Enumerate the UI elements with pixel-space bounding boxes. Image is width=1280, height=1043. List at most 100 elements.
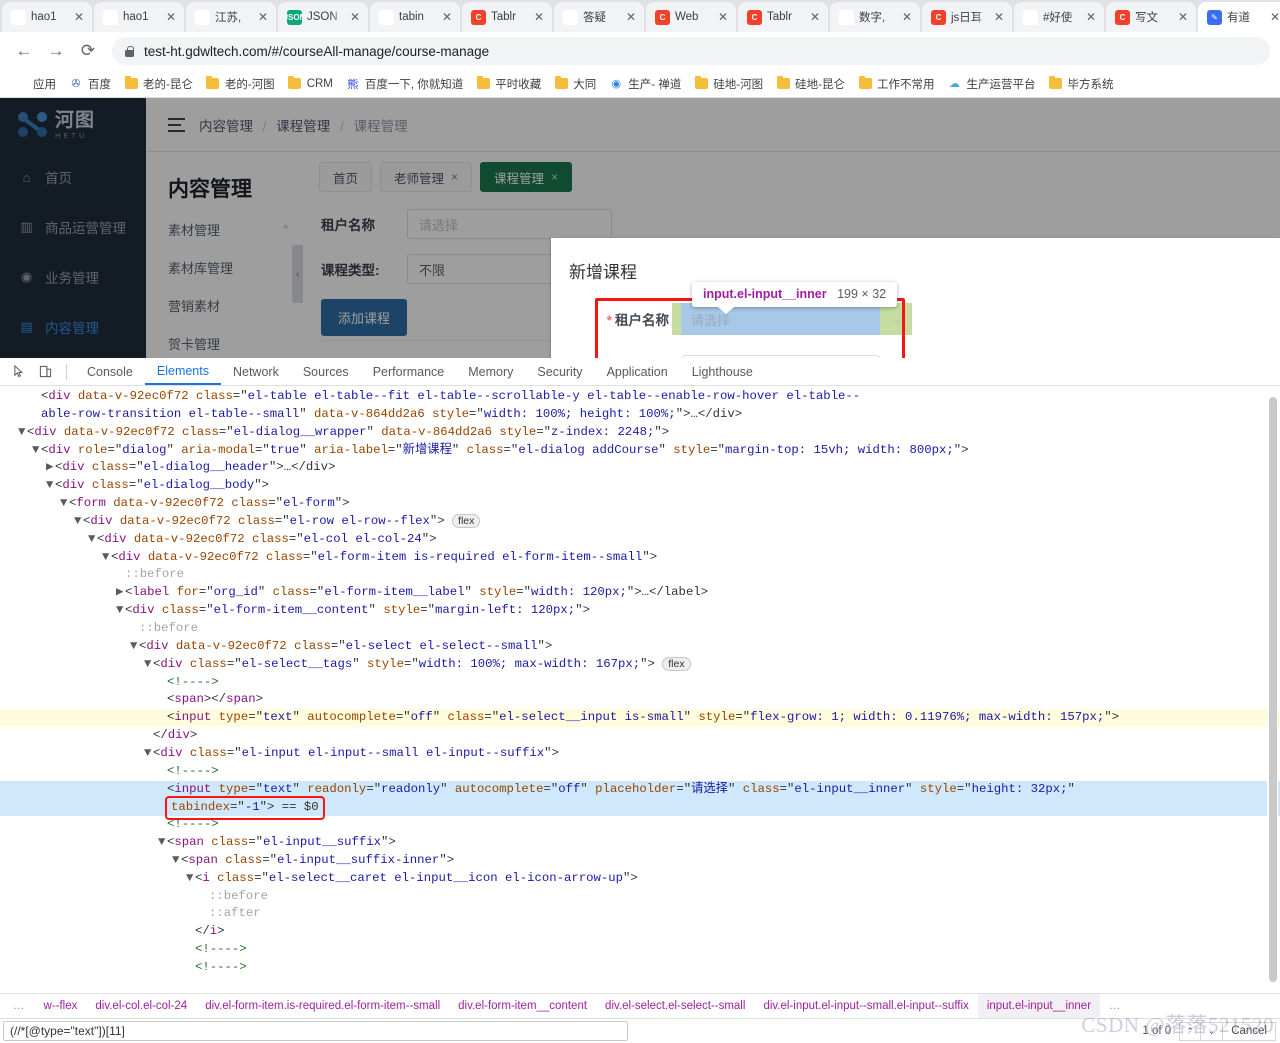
bookmark-item[interactable]: 硅地-河图 xyxy=(689,73,768,95)
devtools-tab[interactable]: Memory xyxy=(456,358,525,385)
tab-close-icon[interactable]: ✕ xyxy=(900,10,914,24)
dom-node-line[interactable]: ▶ <div class="el-dialog__header">…</div> xyxy=(0,459,1280,477)
bookmark-item[interactable]: ◉ 生产- 禅道 xyxy=(604,73,686,95)
dom-node-line[interactable]: </div> xyxy=(0,727,1280,745)
disclosure-triangle-icon[interactable]: ▼ xyxy=(74,513,83,531)
dom-node-line[interactable]: <input type="text" autocomplete="off" cl… xyxy=(0,709,1280,728)
devtools-tab[interactable]: Application xyxy=(595,358,680,385)
dom-node-line[interactable]: ▼ <div data-v-92ec0f72 class="el-dialog__… xyxy=(0,424,1280,442)
bookmark-item[interactable]: 平时收藏 xyxy=(471,73,546,95)
tab-close-icon[interactable]: ✕ xyxy=(1268,10,1280,24)
devtools-tab[interactable]: Lighthouse xyxy=(680,358,765,385)
dom-node-line[interactable]: ▼ <span class="el-input__suffix"> xyxy=(0,834,1280,852)
search-input[interactable]: (//*[@type="text"])[11] xyxy=(3,1021,628,1041)
tab-close-icon[interactable]: ✕ xyxy=(72,10,86,24)
bookmark-item[interactable]: 工作不常用 xyxy=(853,73,940,95)
tab-close-icon[interactable]: ✕ xyxy=(992,10,1006,24)
dom-node-line[interactable]: <!----> xyxy=(0,763,1280,781)
tab-close-icon[interactable]: ✕ xyxy=(440,10,454,24)
dom-node-line[interactable]: ▼ <div data-v-92ec0f72 class="el-col el-c… xyxy=(0,531,1280,549)
dom-node-line[interactable]: ▼ <div role="dialog" aria-modal="true" ar… xyxy=(0,442,1280,460)
forward-icon[interactable]: → xyxy=(42,37,70,65)
bookmark-item[interactable]: ✇ 百度 xyxy=(64,73,116,95)
browser-tab[interactable]: C Web ✕ xyxy=(646,2,736,32)
dom-node-line[interactable]: ▼ <form data-v-92ec0f72 class="el-form"> xyxy=(0,495,1280,513)
disclosure-triangle-icon[interactable]: ▼ xyxy=(46,477,55,495)
disclosure-triangle-icon[interactable]: ▼ xyxy=(172,852,181,870)
browser-tab[interactable]: C Tablr ✕ xyxy=(462,2,552,32)
dom-node-line[interactable]: <!----> xyxy=(0,941,1280,959)
device-toolbar-icon[interactable] xyxy=(32,360,58,384)
browser-tab[interactable]: 熊答疑 ✕ xyxy=(554,2,644,32)
browser-tab[interactable]: 熊 #好使 ✕ xyxy=(1014,2,1104,32)
reload-icon[interactable]: ⟳ xyxy=(74,37,102,65)
dom-node-line[interactable]: ::before xyxy=(0,888,1280,906)
tab-close-icon[interactable]: ✕ xyxy=(808,10,822,24)
dom-node-line[interactable]: ▼ <i class="el-select__caret el-input__ic… xyxy=(0,870,1280,888)
browser-tab[interactable]: Cjs日耳 ✕ xyxy=(922,2,1012,32)
dom-breadcrumb-item[interactable]: div.el-form-item__content xyxy=(449,994,596,1018)
dom-breadcrumb-item[interactable]: div.el-input.el-input--small.el-input--s… xyxy=(754,994,977,1018)
dom-breadcrumb-item[interactable]: div.el-form-item.is-required.el-form-ite… xyxy=(196,994,449,1018)
dom-node-line[interactable]: <!----> xyxy=(0,959,1280,977)
disclosure-triangle-icon[interactable]: ▼ xyxy=(18,424,27,442)
disclosure-triangle-icon[interactable]: ▼ xyxy=(88,531,97,549)
tab-close-icon[interactable]: ✕ xyxy=(624,10,638,24)
tab-close-icon[interactable]: ✕ xyxy=(164,10,178,24)
bookmark-item[interactable]: CRM xyxy=(283,74,338,94)
tenant-name-select[interactable]: 请选择 ⌄ xyxy=(672,303,912,335)
dom-node-line[interactable]: <!----> xyxy=(0,674,1280,692)
dom-node-line[interactable]: <!----> xyxy=(0,816,1280,834)
bookmark-item[interactable]: 熊百度一下, 你就知道 xyxy=(341,73,468,95)
dom-node-line[interactable]: tabindex="-1"> == $0 xyxy=(0,796,1280,821)
dom-tree[interactable]: <div data-v-92ec0f72 class="el-table el-… xyxy=(0,386,1280,991)
dom-node-line[interactable]: ▼ <div data-v-92ec0f72 class="el-form-ite… xyxy=(0,549,1280,567)
dom-breadcrumb-item[interactable]: input.el-input__inner xyxy=(977,994,1101,1018)
dom-node-line[interactable]: ▼ <span class="el-input__suffix-inner"> xyxy=(0,852,1280,870)
bookmark-item[interactable]: 应用 xyxy=(9,73,61,95)
bookmark-item[interactable]: 老的-河图 xyxy=(201,73,280,95)
disclosure-triangle-icon[interactable]: ▼ xyxy=(144,656,153,674)
dom-node-line[interactable]: ::before xyxy=(0,620,1280,638)
dom-breadcrumb-item[interactable]: w--flex xyxy=(35,994,87,1018)
dom-node-line[interactable]: <div data-v-92ec0f72 class="el-table el-… xyxy=(0,388,1280,406)
dom-node-line[interactable]: ▼ <div data-v-92ec0f72 class="el-row el-r… xyxy=(0,513,1280,531)
browser-tab[interactable]: 熊 tabin ✕ xyxy=(370,2,460,32)
dom-node-line[interactable]: ▼ <div data-v-92ec0f72 class="el-select e… xyxy=(0,638,1280,656)
browser-tab[interactable]: C 写文 ✕ xyxy=(1106,2,1196,32)
dom-node-line[interactable]: ▼ <div class="el-dialog__body"> xyxy=(0,477,1280,495)
bookmark-item[interactable]: ☁ 生产运营平台 xyxy=(943,73,1041,95)
bookmark-item[interactable]: 毕方系统 xyxy=(1044,73,1119,95)
browser-tab[interactable]: hao hao1 ✕ xyxy=(2,2,92,32)
tab-close-icon[interactable]: ✕ xyxy=(1176,10,1190,24)
browser-tab[interactable]: JSON JSON ✕ xyxy=(278,2,368,32)
dom-node-line[interactable]: ::before xyxy=(0,566,1280,584)
browser-tab[interactable]: ◎ 江苏, ✕ xyxy=(186,2,276,32)
disclosure-triangle-icon[interactable]: ▼ xyxy=(130,638,139,656)
devtools-tab[interactable]: Performance xyxy=(361,358,457,385)
devtools-tab[interactable]: Sources xyxy=(291,358,361,385)
dom-node-line[interactable]: able-row-transition el-table--small" dat… xyxy=(0,406,1280,424)
back-icon[interactable]: ← xyxy=(10,37,38,65)
dom-node-line[interactable]: </i> xyxy=(0,923,1280,941)
address-bar[interactable]: test-ht.gdwltech.com/#/courseAll-manage/… xyxy=(112,37,1270,65)
dom-node-line[interactable]: ▶ <label for="org_id" class="el-form-item… xyxy=(0,584,1280,602)
disclosure-triangle-icon[interactable]: ▼ xyxy=(186,870,195,888)
disclosure-triangle-icon[interactable]: ▼ xyxy=(60,495,69,513)
search-cancel-button[interactable]: Cancel xyxy=(1223,1021,1276,1041)
devtools-tab[interactable]: Network xyxy=(221,358,291,385)
tab-close-icon[interactable]: ✕ xyxy=(1084,10,1098,24)
bookmark-item[interactable]: 老的-昆仑 xyxy=(119,73,198,95)
search-prev-icon[interactable]: ⌃ xyxy=(1179,1021,1202,1041)
disclosure-triangle-icon[interactable]: ▼ xyxy=(102,549,111,567)
disclosure-triangle-icon[interactable]: ▼ xyxy=(116,602,125,620)
search-next-icon[interactable]: ⌄ xyxy=(1201,1021,1224,1041)
dom-breadcrumb-item[interactable]: … xyxy=(1100,994,1131,1018)
devtools-tab[interactable]: Security xyxy=(525,358,594,385)
browser-tab[interactable]: ✎ 有道 ✕ xyxy=(1198,2,1280,32)
flex-badge[interactable]: flex xyxy=(662,656,691,671)
flex-badge[interactable]: flex xyxy=(452,513,481,528)
disclosure-triangle-icon[interactable]: ▼ xyxy=(32,442,41,460)
tab-close-icon[interactable]: ✕ xyxy=(532,10,546,24)
bookmark-item[interactable]: 硅地-昆仑 xyxy=(771,73,850,95)
